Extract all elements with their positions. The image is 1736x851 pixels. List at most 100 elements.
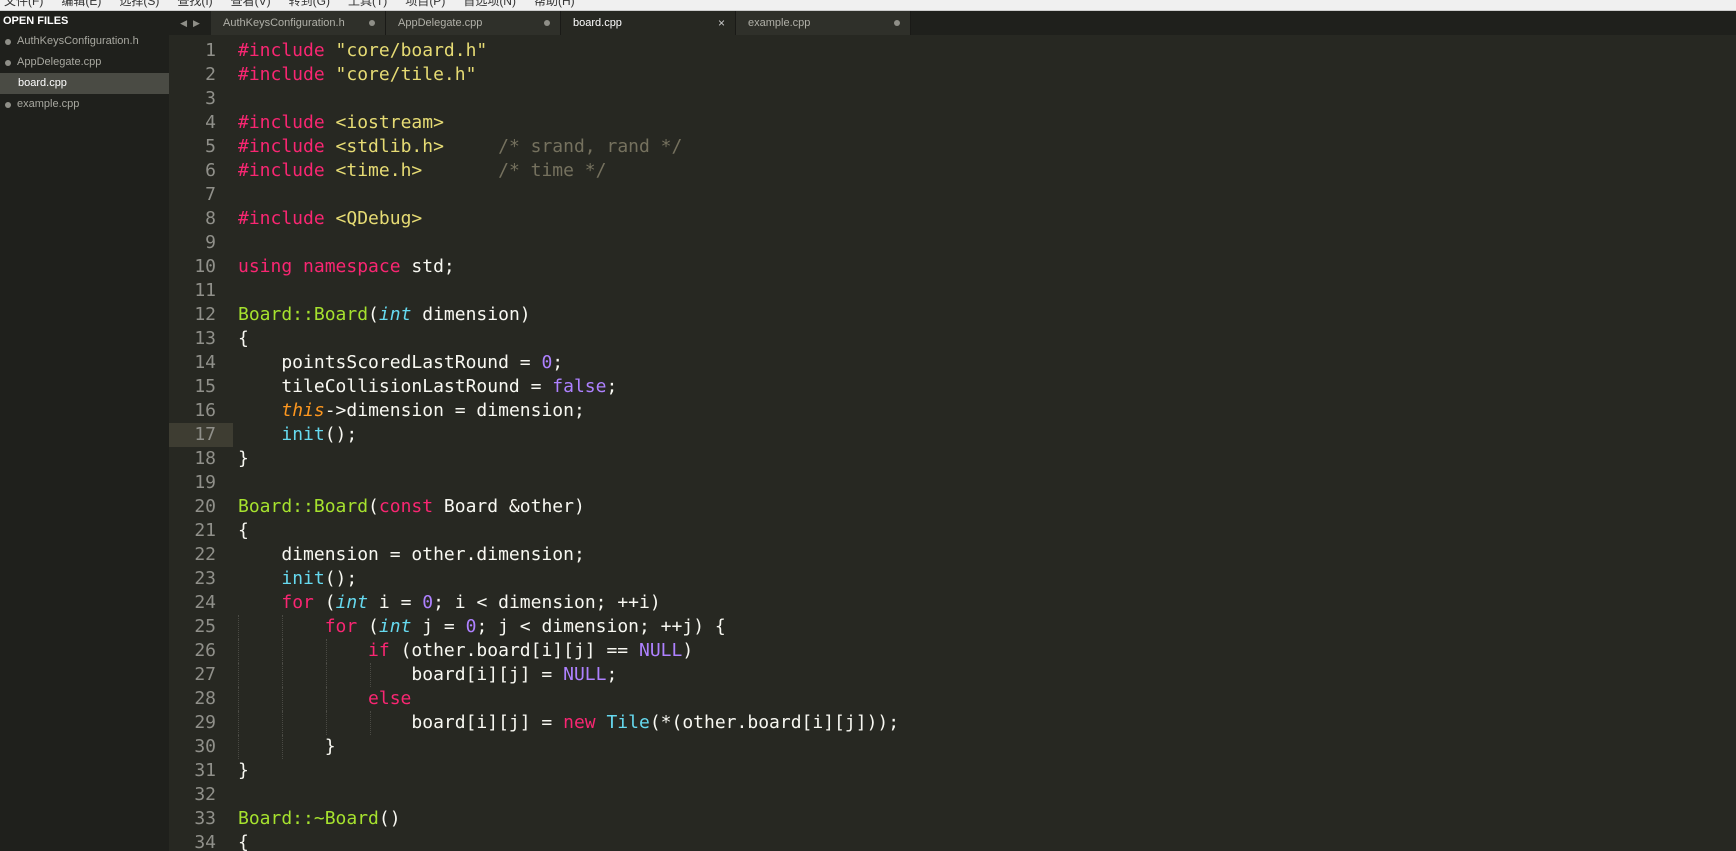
code-token: false	[552, 376, 607, 397]
sidebar-file-item[interactable]: board.cpp	[0, 73, 169, 94]
code-token: "core/board.h"	[335, 40, 488, 61]
code-text: dimension = other.dimension;	[238, 543, 585, 567]
code-token: init	[281, 568, 325, 589]
code-text: init();	[238, 423, 357, 447]
line-number: 4	[205, 112, 216, 133]
code-token: "core/tile.h"	[335, 64, 477, 85]
menu-item[interactable]: 文件(F)	[4, 0, 43, 10]
code-text: Board::Board(int dimension)	[238, 303, 531, 327]
code-line: 6 #include <time.h> /* time */	[169, 159, 1736, 183]
sidebar-file-name: AppDelegate.cpp	[17, 56, 102, 68]
code-line: 14 pointsScoredLastRound = 0;	[169, 351, 1736, 375]
code-token: ;	[606, 664, 618, 685]
code-token: board[i][j] =	[238, 712, 564, 733]
menu-item[interactable]: 查找(I)	[177, 0, 212, 10]
line-number: 27	[194, 664, 216, 685]
sidebar-file-name: example.cpp	[17, 98, 80, 110]
line-number: 15	[194, 376, 216, 397]
code-token: i =	[368, 592, 423, 613]
code-text: pointsScoredLastRound = 0;	[238, 351, 563, 375]
code-token: 0	[541, 352, 553, 373]
code-line: 26 if (other.board[i][j] == NULL)	[169, 639, 1736, 663]
code-line: 21 {	[169, 519, 1736, 543]
menu-item[interactable]: 首选项(N)	[463, 0, 516, 10]
code-text: if (other.board[i][j] == NULL)	[238, 639, 693, 663]
code-text: {	[238, 831, 249, 851]
sidebar-file-name: AuthKeysConfiguration.h	[17, 35, 139, 47]
code-token: ();	[324, 568, 358, 589]
code-text: #include <iostream>	[238, 111, 444, 135]
line-number: 14	[194, 352, 216, 373]
unsaved-dot-icon[interactable]	[894, 20, 900, 26]
unsaved-dot-icon[interactable]	[369, 20, 375, 26]
tab-authkeysconfiguration-h[interactable]: AuthKeysConfiguration.h	[211, 11, 386, 35]
line-number: 23	[194, 568, 216, 589]
code-line: 9	[169, 231, 1736, 255]
sidebar-file-item[interactable]: AppDelegate.cpp	[0, 52, 169, 73]
code-text: Board::Board(const Board &other)	[238, 495, 585, 519]
code-token: if	[368, 640, 390, 661]
code-token: Tile	[606, 712, 650, 733]
line-number: 29	[194, 712, 216, 733]
menu-item[interactable]: 编辑(E)	[61, 0, 101, 10]
code-token: {	[238, 832, 249, 851]
code-token: NULL	[563, 664, 607, 685]
code-token: )	[682, 640, 694, 661]
menu-item[interactable]: 查看(V)	[231, 0, 271, 10]
code-editor[interactable]: 1 #include "core/board.h" 2 #include "core/…	[169, 35, 1736, 851]
code-token: new	[563, 712, 596, 733]
code-line: 16 this->dimension = dimension;	[169, 399, 1736, 423]
code-line: 19	[169, 471, 1736, 495]
code-line: 32	[169, 783, 1736, 807]
line-number: 2	[205, 64, 216, 85]
unsaved-dot-icon	[5, 101, 11, 108]
code-token: #include	[238, 136, 325, 157]
tab-example-cpp[interactable]: example.cpp	[736, 11, 911, 35]
line-number: 13	[194, 328, 216, 349]
code-line: 7	[169, 183, 1736, 207]
unsaved-dot-icon[interactable]	[544, 20, 550, 26]
code-token: dimension = other.dimension;	[238, 544, 585, 565]
code-token: int	[378, 304, 412, 325]
code-token: Board::Board	[238, 496, 369, 517]
tab-appdelegate-cpp[interactable]: AppDelegate.cpp	[386, 11, 561, 35]
code-text: #include <stdlib.h> /* srand, rand */	[238, 135, 682, 159]
menu-item[interactable]: 转到(G)	[289, 0, 330, 10]
chevron-left-icon[interactable]: ◀	[180, 18, 187, 29]
code-text: for (int i = 0; i < dimension; ++i)	[238, 591, 660, 615]
menu-item[interactable]: 帮助(H)	[534, 0, 575, 10]
code-line: 20 Board::Board(const Board &other)	[169, 495, 1736, 519]
sidebar-file-item[interactable]: AuthKeysConfiguration.h	[0, 31, 169, 52]
code-line: 18}	[169, 447, 1736, 471]
code-token: #include	[238, 40, 325, 61]
code-token: /* time */	[498, 160, 607, 181]
code-line: 10 using namespace std;	[169, 255, 1736, 279]
code-token: init	[281, 424, 325, 445]
menu-item[interactable]: 项目(P)	[405, 0, 445, 10]
chevron-right-icon[interactable]: ▶	[193, 18, 200, 29]
line-number: 18	[194, 448, 216, 469]
open-files-list: AuthKeysConfiguration.h AppDelegate.cpp bo…	[0, 31, 169, 115]
tab-navigation: ◀ ▶	[169, 11, 211, 35]
unsaved-dot-icon	[5, 59, 11, 66]
code-line: 1 #include "core/board.h"	[169, 39, 1736, 63]
sidebar-file-item[interactable]: example.cpp	[0, 94, 169, 115]
tab-board-cpp[interactable]: board.cpp ×	[561, 11, 736, 35]
line-number: 17	[169, 423, 216, 447]
code-token: #include	[238, 112, 325, 133]
close-icon[interactable]: ×	[718, 16, 725, 30]
code-text: Board::~Board()	[238, 807, 401, 831]
code-token: NULL	[638, 640, 683, 661]
code-line: 24 for (int i = 0; i < dimension; ++i)	[169, 591, 1736, 615]
menu-item[interactable]: 工具(T)	[348, 0, 387, 10]
line-number: 31	[194, 760, 216, 781]
code-token: (*(other.board[i][j]));	[649, 712, 900, 733]
menu-item[interactable]: 选择(S)	[119, 0, 159, 10]
